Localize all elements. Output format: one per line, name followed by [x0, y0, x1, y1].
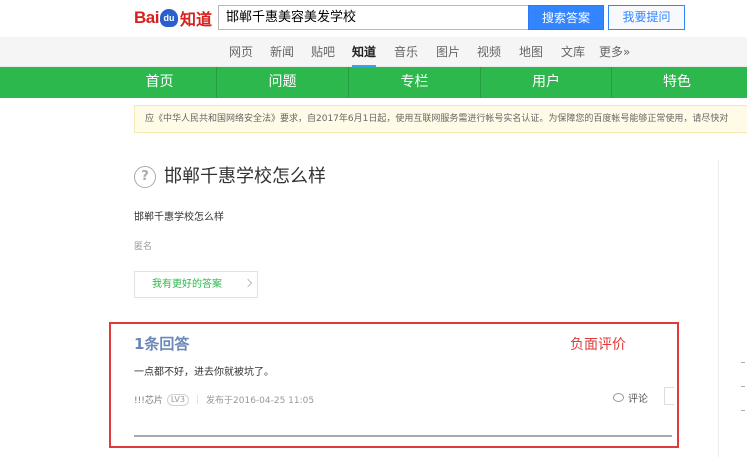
logo-zhidao-text: 知道 [179, 10, 212, 29]
main-nav-users[interactable]: 用户 [480, 67, 611, 98]
subnav-item-music[interactable]: 音乐 [394, 37, 418, 67]
meta-separator: | [195, 394, 200, 405]
comment-label: 评论 [628, 394, 648, 405]
main-nav-questions[interactable]: 问题 [216, 67, 348, 98]
right-column-marker [741, 386, 745, 387]
answer-timestamp: 发布于2016-04-25 11:05 [206, 396, 315, 406]
subnav-item-more[interactable]: 更多» [599, 37, 630, 67]
logo-paw-icon: du [159, 9, 178, 27]
answer-side-tab[interactable] [664, 387, 674, 405]
answer-count: 1条回答 [134, 335, 190, 353]
chevron-down-icon [243, 278, 253, 288]
right-column-marker [741, 362, 745, 363]
main-nav-columns[interactable]: 专栏 [348, 67, 480, 98]
question-asker: 匿名 [134, 242, 153, 252]
answer-bottom-rule [134, 435, 672, 437]
subnav-item-wenku[interactable]: 文库 [561, 37, 585, 67]
realname-notice: 应《中华人民共和国网络安全法》要求，自2017年6月1日起，使用互联网服务需进行… [134, 105, 747, 133]
comment-bubble-icon [613, 393, 624, 402]
answer-meta: !!!芯片 LV3 | 发布于2016-04-25 11:05 [134, 393, 314, 406]
subnav-item-web[interactable]: 网页 [229, 37, 253, 67]
comment-button[interactable]: 评论 [613, 390, 648, 405]
subnav-item-map[interactable]: 地图 [519, 37, 543, 67]
answer-text: 一点都不好，进去你就被坑了。 [134, 367, 274, 378]
right-column-divider [718, 160, 719, 457]
negative-review-annotation: 负面评价 [570, 337, 626, 353]
ask-question-button[interactable]: 我要提问 [608, 5, 685, 30]
search-input[interactable]: 邯郸千惠美容美发学校 [218, 5, 528, 30]
subnav-item-news[interactable]: 新闻 [270, 37, 294, 67]
logo-bai-text: Bai [134, 8, 159, 27]
product-nav: 网页 新闻 贴吧 知道 音乐 图片 视频 地图 文库 更多» [0, 37, 747, 67]
right-column-marker [741, 410, 745, 411]
better-answer-label: 我有更好的答案 [152, 279, 222, 290]
top-header: Bai du 知道 邯郸千惠美容美发学校 搜索答案 我要提问 [0, 0, 747, 37]
subnav-item-images[interactable]: 图片 [436, 37, 460, 67]
main-nav-home[interactable]: 首页 [103, 67, 216, 98]
answer-author[interactable]: !!!芯片 [134, 393, 163, 406]
baidu-zhidao-logo[interactable]: Bai du 知道 [134, 8, 212, 29]
subnav-item-zhidao[interactable]: 知道 [352, 37, 377, 67]
subnav-item-tieba[interactable]: 贴吧 [311, 37, 335, 67]
question-icon: ? [134, 166, 156, 188]
subnav-item-video[interactable]: 视频 [477, 37, 501, 67]
better-answer-button[interactable]: 我有更好的答案 [134, 271, 258, 298]
question-description: 邯郸千惠学校怎么样 [134, 212, 224, 223]
user-level-badge: LV3 [166, 393, 189, 406]
search-answers-button[interactable]: 搜索答案 [528, 5, 604, 30]
main-nav: 首页 问题 专栏 用户 特色 [0, 67, 747, 98]
question-title: 邯郸千惠学校怎么样 [164, 166, 326, 187]
main-nav-featured[interactable]: 特色 [611, 67, 742, 98]
